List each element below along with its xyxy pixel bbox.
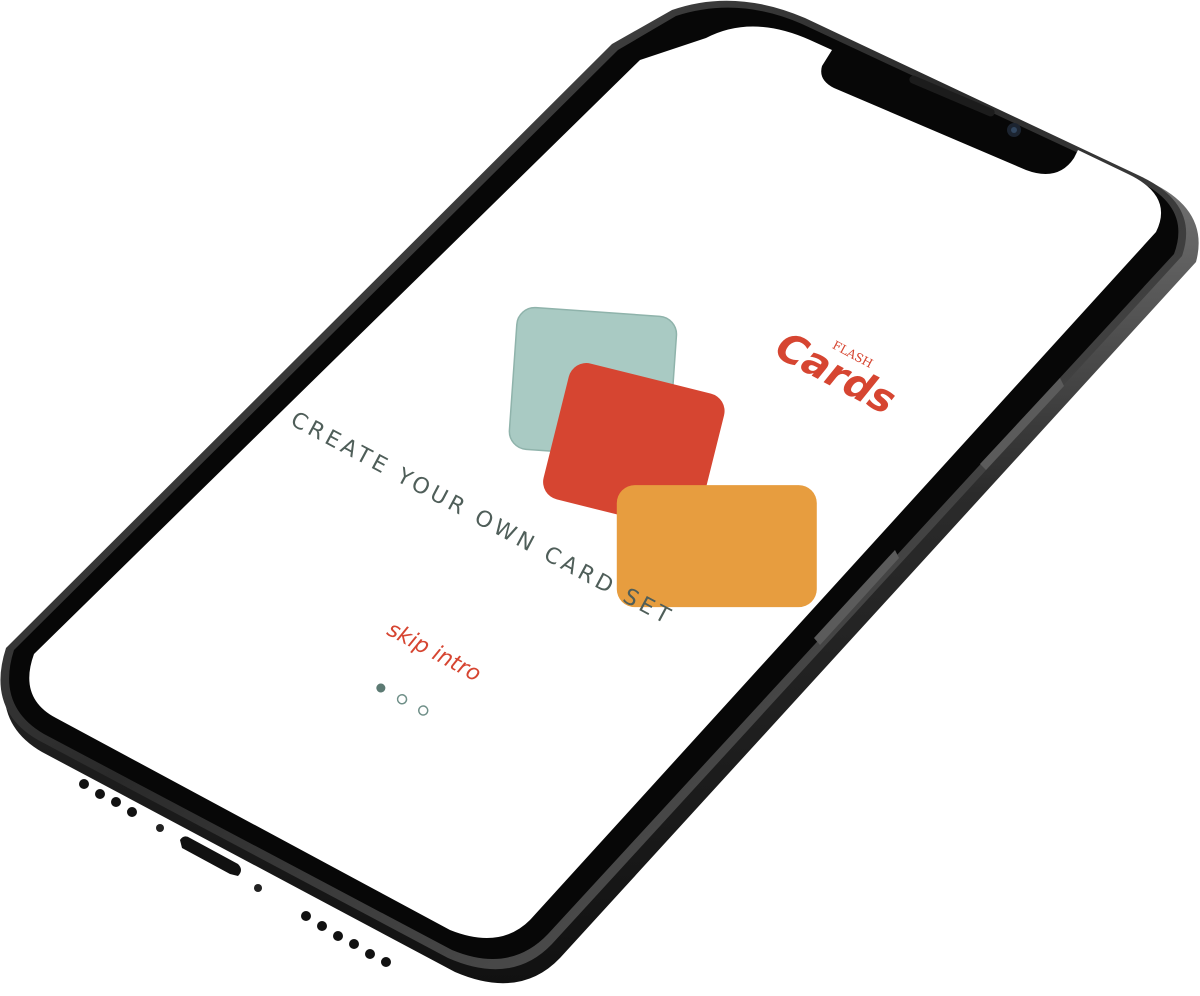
orange-card xyxy=(616,485,817,608)
phone-mockup: FLASH Cards CREATE YOUR OWN CARD SET ski… xyxy=(0,0,1199,984)
device-mockup-stage: FLASH Cards CREATE YOUR OWN CARD SET ski… xyxy=(0,0,1200,996)
